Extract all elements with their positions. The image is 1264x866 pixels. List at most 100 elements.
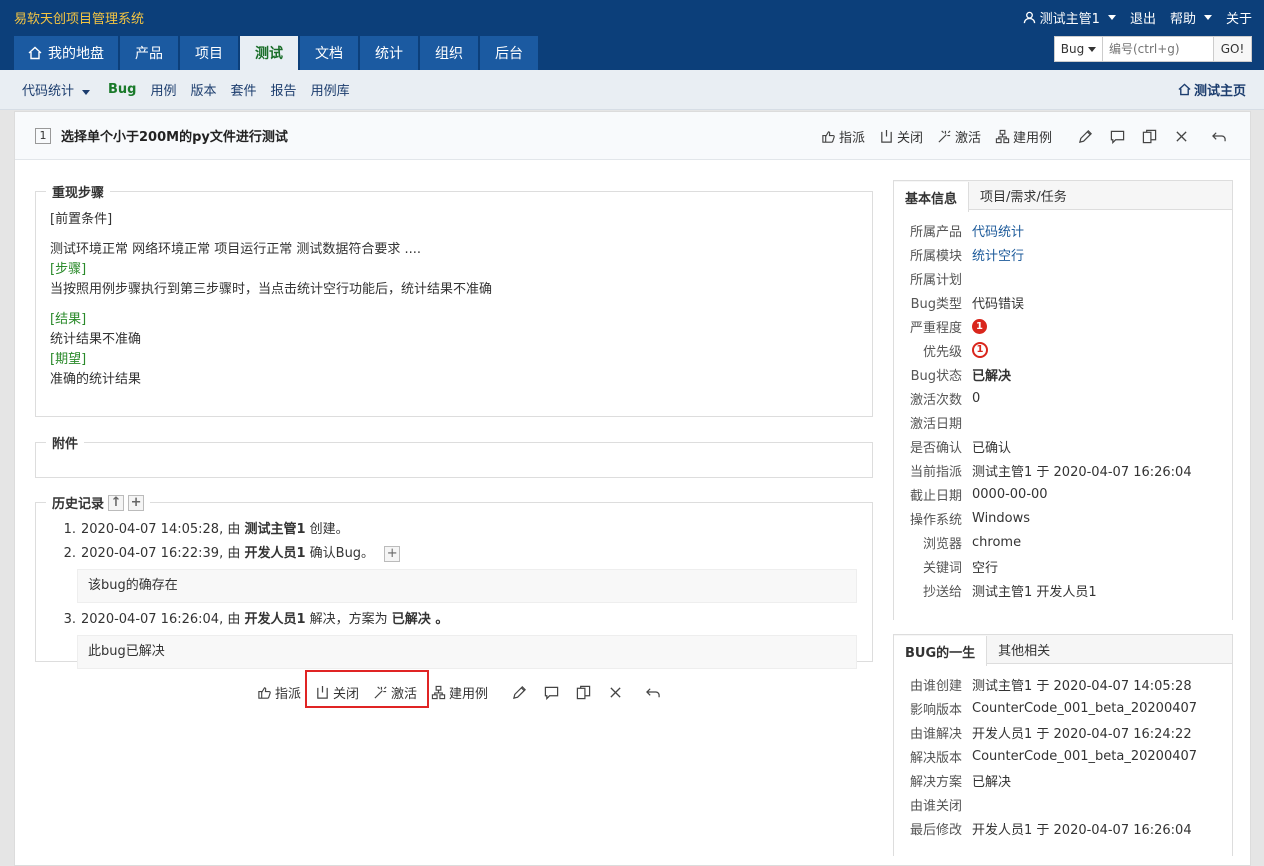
sort-toggle-button[interactable]: ↑	[108, 494, 125, 511]
sitemap-icon	[995, 129, 1010, 143]
copy-icon	[1142, 129, 1156, 143]
create-case-label: 建用例	[1012, 130, 1052, 146]
test-home-link[interactable]: 测试主页	[1178, 80, 1246, 99]
info-value: 测试主管1 开发人员1	[972, 584, 1097, 600]
bug-life-body: 由谁创建 测试主管1 于 2020-04-07 14:05:28 影响版本 Coun…	[894, 664, 1232, 856]
subnav-bug[interactable]: Bug	[108, 82, 136, 97]
help-menu[interactable]: 帮助	[1170, 8, 1212, 27]
history-title: 历史记录	[52, 497, 105, 512]
back-button-bottom[interactable]	[644, 683, 662, 701]
home-icon	[28, 46, 42, 60]
edit-button[interactable]	[1076, 127, 1094, 145]
life-label: 解决方案	[909, 774, 962, 790]
expand-all-button[interactable]: +	[128, 494, 145, 511]
info-row: 所属产品 代码统计	[904, 218, 1222, 242]
expect-label: [期望]	[50, 352, 87, 367]
entry-actor: 开发人员1	[244, 612, 306, 627]
product-switcher[interactable]: 代码统计	[22, 80, 91, 99]
entry-time: 2020-04-07 14:05:28, 由	[81, 522, 245, 537]
tab-other-related[interactable]: 其他相关	[987, 635, 1061, 663]
close-icon	[1175, 130, 1187, 142]
entry-action: 创建。	[305, 522, 349, 537]
info-value: 空行	[972, 560, 999, 576]
life-label: 影响版本	[909, 702, 962, 718]
steps-content: [前置条件] 测试环境正常 网络环境正常 项目运行正常 测试数据符合要求 ...…	[36, 192, 872, 410]
subnav-report[interactable]: 报告	[271, 80, 297, 99]
info-row: 抄送给 测试主管1 开发人员1	[904, 578, 1222, 602]
about-link[interactable]: 关于	[1226, 8, 1252, 27]
delete-button[interactable]	[1172, 127, 1190, 145]
delete-button-bottom[interactable]	[606, 683, 624, 701]
go-button[interactable]: GO!	[1213, 37, 1251, 61]
user-menu[interactable]: 测试主管1	[1023, 8, 1116, 27]
sitemap-icon	[431, 685, 446, 699]
info-row: 关键词 空行	[904, 554, 1222, 578]
subnav-build[interactable]: 版本	[191, 80, 217, 99]
chevron-down-icon	[1203, 15, 1212, 20]
tab-report[interactable]: 统计	[360, 36, 418, 70]
info-label: 操作系统	[909, 512, 962, 528]
module-link[interactable]: 统计空行	[972, 245, 1024, 264]
chevron-down-icon	[82, 90, 91, 95]
create-case-button-bottom[interactable]: 建用例	[431, 683, 488, 702]
info-value: 代码错误	[972, 296, 1025, 312]
tab-basic-info[interactable]: 基本信息	[894, 182, 970, 212]
undo-icon	[646, 687, 660, 697]
product-label: 代码统计	[22, 84, 75, 99]
edit-button-bottom[interactable]	[510, 683, 528, 701]
search-input[interactable]	[1103, 37, 1213, 61]
info-row: Bug状态 已解决	[904, 362, 1222, 386]
expect-text: 准确的统计结果	[50, 372, 142, 387]
close-bug-button[interactable]: 关闭	[879, 127, 923, 146]
tab-bug-life[interactable]: BUG的一生	[894, 636, 988, 666]
tab-doc[interactable]: 文档	[300, 36, 358, 70]
tab-my[interactable]: 我的地盘	[14, 36, 118, 70]
expand-entry-button[interactable]: +	[384, 545, 401, 562]
info-row: 优先级 1	[904, 338, 1222, 362]
history-list: 1. 2020-04-07 14:05:28, 由 测试主管1 创建。 2. 202…	[36, 503, 872, 687]
help-label: 帮助	[1169, 12, 1196, 27]
info-row: 是否确认 已确认	[904, 434, 1222, 458]
info-row: 所属模块 统计空行	[904, 242, 1222, 266]
info-row: 严重程度 1	[904, 314, 1222, 338]
info-label: 关键词	[922, 560, 962, 576]
copy-icon	[576, 685, 590, 699]
tab-project-story-task[interactable]: 项目/需求/任务	[969, 181, 1078, 209]
severity-badge: 1	[972, 318, 987, 334]
pencil-icon	[1078, 129, 1092, 143]
product-link[interactable]: 代码统计	[972, 221, 1024, 240]
result-label: [结果]	[50, 312, 87, 327]
assign-button-bottom[interactable]: 指派	[257, 683, 301, 702]
back-button[interactable]	[1210, 127, 1228, 145]
tab-test[interactable]: 测试	[240, 36, 298, 70]
info-label: Bug状态	[910, 368, 962, 384]
priority-badge: 1	[972, 342, 988, 358]
logout-link[interactable]: 退出	[1130, 8, 1156, 27]
assign-button[interactable]: 指派	[821, 127, 865, 146]
tab-project[interactable]: 项目	[180, 36, 238, 70]
subnav-case[interactable]: 用例	[151, 80, 177, 99]
copy-button[interactable]	[1140, 127, 1158, 145]
info-value: chrome	[972, 534, 1022, 550]
life-row: 由谁关闭	[904, 792, 1222, 816]
bug-title: 选择单个小于200M的py文件进行测试	[61, 130, 288, 145]
tab-admin[interactable]: 后台	[480, 36, 538, 70]
search-box: Bug GO!	[1054, 36, 1252, 62]
comment-button[interactable]	[1108, 127, 1126, 145]
steps-section: 重现步骤 [前置条件] 测试环境正常 网络环境正常 项目运行正常 测试数据符合要…	[35, 182, 873, 417]
search-type-select[interactable]: Bug	[1055, 37, 1103, 61]
tab-company[interactable]: 组织	[420, 36, 478, 70]
info-row: Bug类型 代码错误	[904, 290, 1222, 314]
subnav-suite[interactable]: 套件	[231, 80, 257, 99]
entry-resolution: 已解决	[391, 612, 431, 627]
comment-button-bottom[interactable]	[542, 683, 560, 701]
highlight-box	[305, 670, 429, 708]
tab-product[interactable]: 产品	[120, 36, 178, 70]
subnav-caselib[interactable]: 用例库	[311, 80, 350, 99]
info-value: 0000-00-00	[972, 486, 1048, 502]
create-case-button[interactable]: 建用例	[995, 127, 1052, 146]
main-nav: 我的地盘 产品 项目 测试 文档 统计 组织 后台	[14, 36, 538, 70]
activate-button[interactable]: 激活	[937, 127, 981, 146]
copy-button-bottom[interactable]	[574, 683, 592, 701]
undo-icon	[1212, 131, 1226, 141]
